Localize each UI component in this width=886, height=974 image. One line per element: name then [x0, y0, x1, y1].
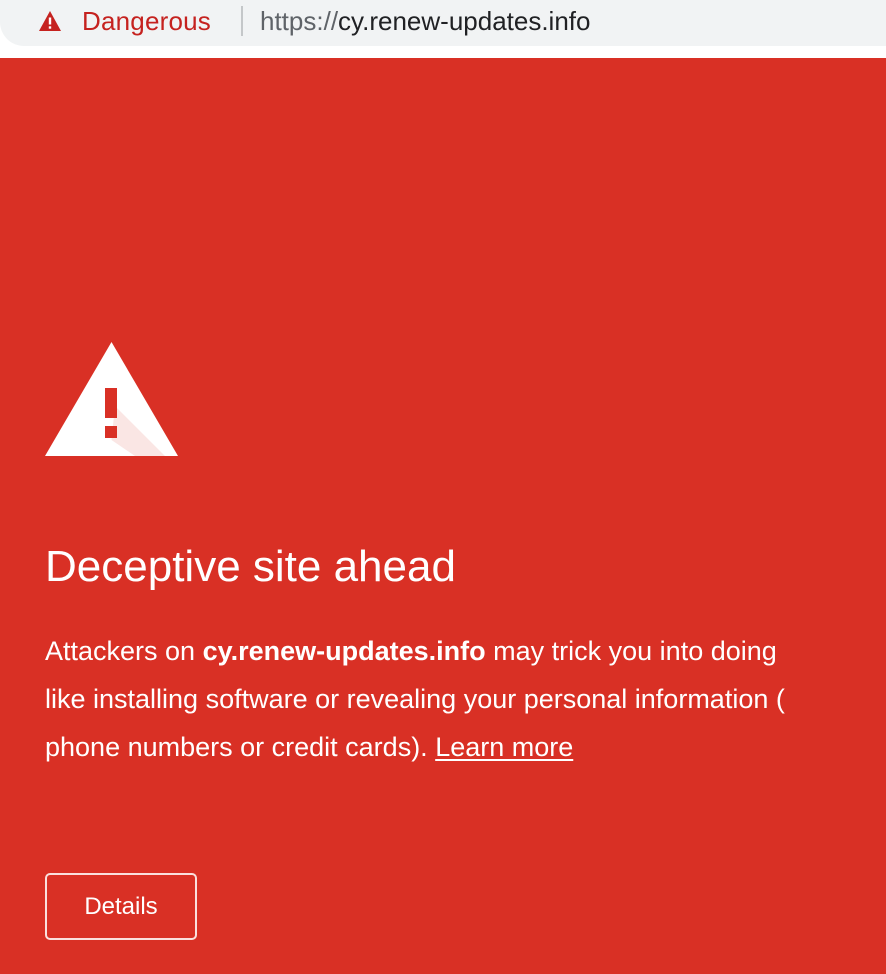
address-bar: Dangerous https://cy.renew-updates.info — [0, 0, 886, 58]
url-host: cy.renew-updates.info — [338, 6, 591, 36]
description-text: may trick you into doing — [485, 636, 777, 666]
omnibox[interactable]: Dangerous https://cy.renew-updates.info — [0, 0, 886, 46]
warning-triangle-icon — [39, 11, 61, 31]
url-text[interactable]: https://cy.renew-updates.info — [260, 4, 590, 38]
security-chip[interactable]: Dangerous — [38, 6, 211, 36]
learn-more-link[interactable]: Learn more — [435, 732, 573, 762]
warning-triangle-icon — [45, 342, 178, 456]
dangerous-host: cy.renew-updates.info — [202, 636, 486, 666]
warning-description: Attackers on cy.renew-updates.info may t… — [45, 627, 886, 771]
security-status-label: Dangerous — [82, 5, 211, 36]
page-title: Deceptive site ahead — [45, 542, 456, 591]
description-line-3: phone numbers or credit cards). Learn mo… — [45, 723, 886, 771]
details-button[interactable]: Details — [45, 873, 197, 940]
description-line-2: like installing software or revealing yo… — [45, 684, 785, 714]
url-scheme: https:// — [260, 6, 339, 36]
chip-divider — [241, 6, 243, 36]
description-text: phone numbers or credit cards). — [45, 732, 436, 762]
description-text: Attackers on — [45, 636, 203, 666]
description-line-1: Attackers on cy.renew-updates.info may t… — [45, 627, 886, 675]
